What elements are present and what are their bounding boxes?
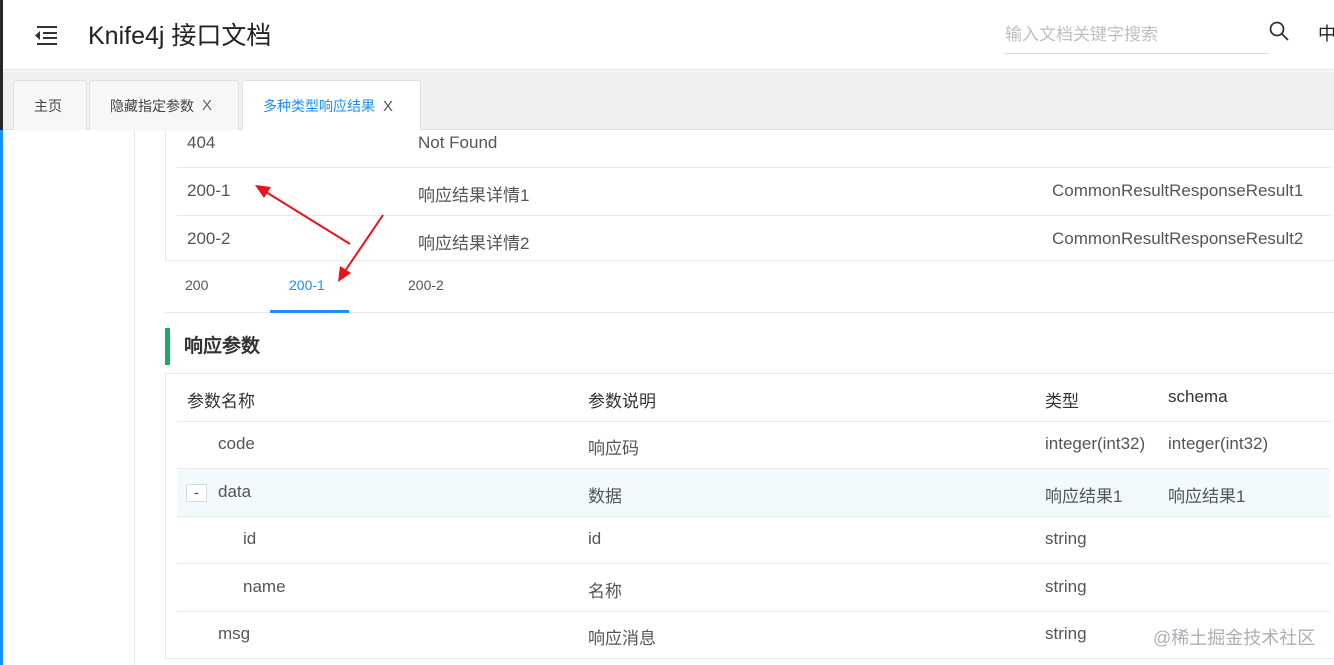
section-title: 响应参数: [165, 328, 260, 365]
page-tabs-bar: 主页 隐藏指定参数 X 多种类型响应结果 X: [3, 72, 1334, 131]
param-type: integer(int32): [1045, 434, 1146, 453]
param-type: string: [1045, 577, 1087, 596]
param-name: name: [243, 577, 286, 596]
active-tab-indicator: [270, 310, 349, 313]
param-schema: 响应结果1: [1168, 487, 1246, 506]
status-code: 404: [187, 133, 216, 152]
param-type: string: [1045, 624, 1087, 643]
status-description: 响应结果详情1: [418, 186, 530, 205]
table-row: code 响应码 integer(int32) integer(int32): [177, 421, 1330, 469]
table-row[interactable]: - data 数据 响应结果1 响应结果1: [177, 469, 1330, 517]
status-code: 200-2: [187, 229, 231, 248]
tab-response-200-1[interactable]: 200-1: [289, 277, 325, 293]
sidebar: [3, 130, 135, 665]
column-header: 参数名称: [187, 392, 255, 411]
param-description: id: [588, 529, 602, 548]
response-code-tabs: 200 200-1 200-2: [165, 263, 1334, 313]
column-header: schema: [1168, 387, 1228, 406]
tab-label: 主页: [34, 97, 62, 114]
tab-hidden-params[interactable]: 隐藏指定参数 X: [89, 80, 239, 130]
tab-multi-response[interactable]: 多种类型响应结果 X: [242, 80, 421, 131]
tab-label: 多种类型响应结果: [263, 98, 375, 114]
response-params-table: 参数名称 参数说明 类型 schema code 响应码 integer(int…: [165, 373, 1334, 659]
response-status-table: 404 Not Found 200-1 响应结果详情1 CommonResult…: [165, 130, 1334, 261]
column-header: 类型: [1045, 392, 1079, 411]
search-input[interactable]: [1005, 16, 1269, 54]
tab-response-200[interactable]: 200: [185, 277, 208, 293]
language-switch[interactable]: 中: [1318, 20, 1334, 46]
param-type: string: [1045, 529, 1087, 548]
param-description: 数据: [588, 487, 622, 506]
param-description: 响应消息: [588, 629, 656, 648]
status-schema: CommonResultResponseResult2: [1052, 229, 1304, 248]
table-header-row: 参数名称 参数说明 类型 schema: [177, 374, 1330, 422]
table-row: 200-1 响应结果详情1 CommonResultResponseResult…: [177, 168, 1330, 216]
search-icon[interactable]: [1268, 20, 1290, 42]
param-name: code: [218, 434, 255, 453]
param-description: 响应码: [588, 439, 639, 458]
status-description: 响应结果详情2: [418, 234, 530, 253]
status-description: Not Found: [418, 133, 498, 152]
param-type: 响应结果1: [1045, 487, 1123, 506]
tab-home[interactable]: 主页: [13, 80, 87, 130]
table-row: 404 Not Found: [177, 130, 1330, 168]
param-schema: integer(int32): [1168, 434, 1269, 453]
table-row: 200-2 响应结果详情2 CommonResultResponseResult…: [177, 216, 1330, 264]
close-icon[interactable]: X: [383, 98, 393, 115]
param-name: id: [243, 529, 257, 548]
column-header: 参数说明: [588, 392, 656, 411]
param-name: msg: [218, 624, 251, 643]
param-name: data: [218, 482, 252, 501]
table-row: name 名称 string: [177, 564, 1330, 612]
param-description: 名称: [588, 582, 622, 601]
app-title: Knife4j 接口文档: [88, 22, 272, 50]
tab-label: 隐藏指定参数: [110, 97, 194, 114]
status-code: 200-1: [187, 181, 231, 200]
app-header: Knife4j 接口文档 中: [3, 0, 1334, 70]
main-content[interactable]: 404 Not Found 200-1 响应结果详情1 CommonResult…: [135, 130, 1334, 665]
tab-response-200-2[interactable]: 200-2: [408, 277, 444, 293]
collapse-toggle-button[interactable]: -: [186, 484, 207, 502]
menu-fold-icon[interactable]: [31, 22, 59, 48]
status-schema: CommonResultResponseResult1: [1052, 181, 1304, 200]
watermark: @稀土掘金技术社区: [1153, 628, 1316, 648]
close-icon[interactable]: X: [202, 97, 212, 114]
table-row: id id string: [177, 516, 1330, 564]
